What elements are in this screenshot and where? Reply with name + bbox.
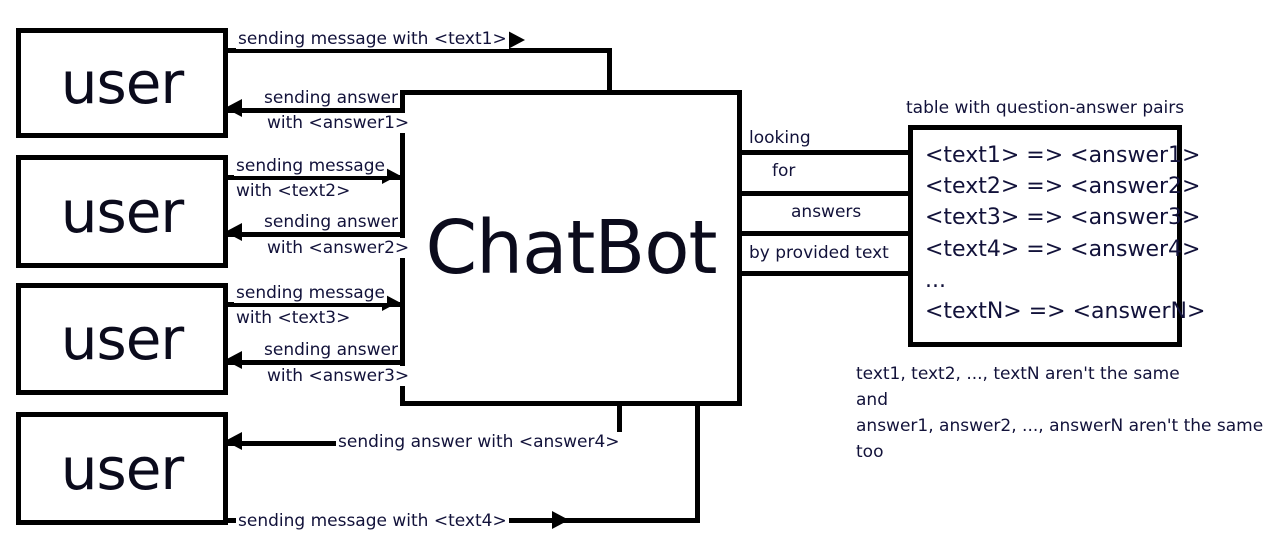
- note-line-1: text1, text2, ..., textN aren't the same: [856, 364, 1180, 384]
- label-lookup-line2: for: [770, 161, 798, 181]
- chatbot-box[interactable]: ChatBot: [400, 90, 742, 406]
- user-box-3-label: user: [60, 305, 185, 373]
- label-user2-request-line2: with <text2>: [234, 181, 353, 202]
- connector-lookup-row-1: [742, 150, 910, 155]
- label-lookup-line1: looking: [747, 128, 813, 148]
- user-box-4[interactable]: user: [16, 412, 228, 525]
- qa-table-row: <text3> => <answer3>: [925, 205, 1201, 231]
- user-box-1[interactable]: user: [16, 28, 228, 138]
- label-lookup-line4: by provided text: [747, 243, 891, 263]
- user-box-2[interactable]: user: [16, 155, 228, 268]
- qa-table-row: <text2> => <answer2>: [925, 174, 1201, 200]
- connector-user1-stem: [223, 28, 228, 138]
- label-user1-response-line1: sending answer: [262, 88, 400, 109]
- label-user1-response-line2: with <answer1>: [265, 113, 412, 134]
- label-user3-response-line2: with <answer3>: [265, 366, 412, 387]
- note-line-3: answer1, answer2, ..., answerN aren't th…: [856, 416, 1264, 436]
- label-user3-request-line2: with <text3>: [234, 308, 353, 329]
- connector-lookup-row-4: [742, 271, 910, 276]
- chatbot-label: ChatBot: [425, 205, 718, 291]
- user-box-2-label: user: [60, 177, 185, 246]
- qa-table-row: <text4> => <answer4>: [925, 236, 1201, 262]
- user-box-1-label: user: [60, 49, 185, 117]
- note-line-2: and: [856, 390, 888, 410]
- qa-table-row: <textN> => <answerN>: [925, 299, 1206, 325]
- connector-user1-request-vertical: [607, 48, 612, 94]
- label-user4-request: sending message with <text4>: [236, 511, 509, 532]
- user-box-4-label: user: [60, 434, 185, 503]
- qa-table-row: <text1> => <answer1>: [925, 143, 1201, 168]
- qa-table-row: ...: [925, 267, 946, 293]
- label-user3-request-line1: sending message: [234, 283, 387, 304]
- connector-user3-stem: [223, 283, 228, 395]
- arrow-user4-request: [552, 511, 569, 529]
- label-lookup-line3: answers: [789, 202, 864, 222]
- connector-user2-response-horizontal: [228, 232, 408, 237]
- connector-user4-stem: [223, 412, 228, 525]
- note-line-4: too: [856, 442, 884, 462]
- label-user4-response: sending answer with <answer4>: [336, 432, 622, 453]
- connector-user2-stem: [223, 155, 228, 268]
- label-user3-response-line1: sending answer: [262, 340, 400, 361]
- label-user2-response-line2: with <answer2>: [265, 238, 412, 259]
- label-user2-response-line1: sending answer: [262, 212, 400, 233]
- qa-table-box[interactable]: <text1> => <answer1> <text2> => <answer2…: [908, 125, 1206, 347]
- table-caption: table with question-answer pairs: [906, 98, 1185, 118]
- connector-user3-response-horizontal: [228, 360, 408, 365]
- diagram-canvas: user sending message with <text1> sendin…: [0, 0, 1271, 546]
- label-user2-request-line1: sending message: [234, 156, 387, 177]
- label-user1-request: sending message with <text1>: [236, 29, 509, 50]
- connector-lookup-row-2: [742, 191, 910, 196]
- connector-lookup-row-3: [742, 231, 910, 236]
- user-box-3[interactable]: user: [16, 283, 228, 395]
- arrow-user1-request: [508, 31, 525, 49]
- connector-user4-request-vertical: [695, 401, 700, 521]
